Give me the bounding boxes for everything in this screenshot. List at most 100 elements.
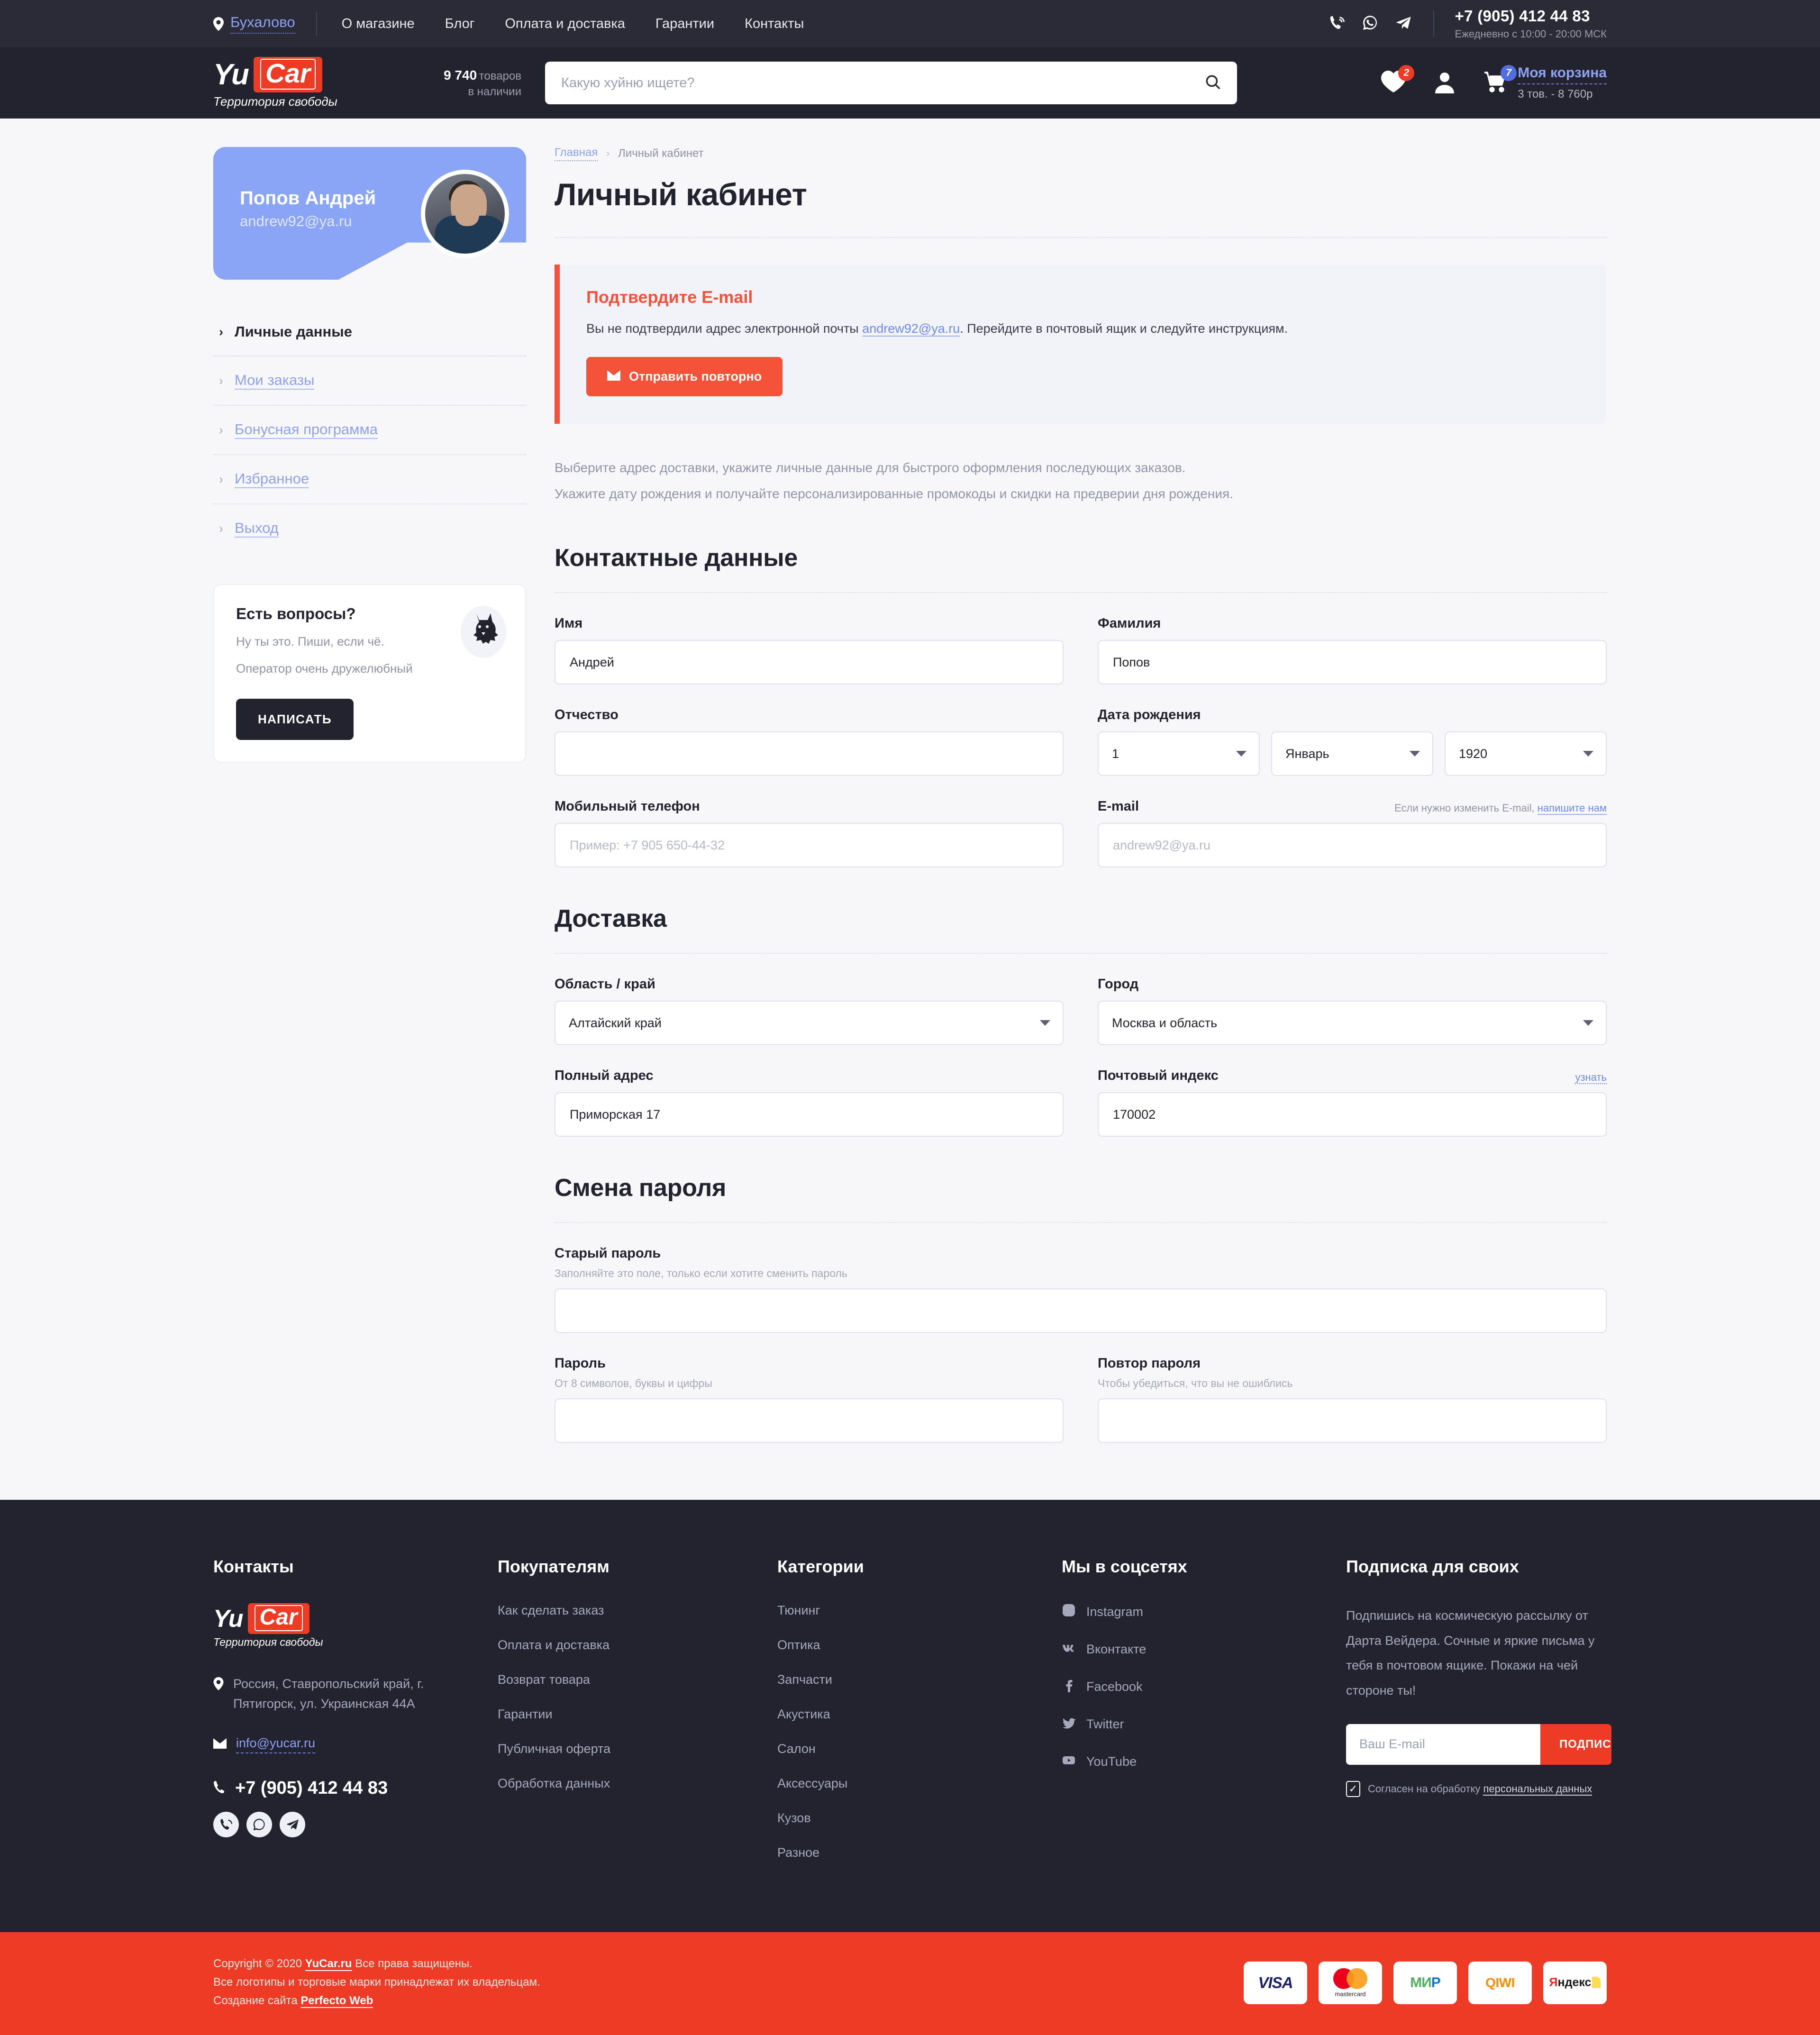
footer-social-vk[interactable]: Вконтакте (1062, 1641, 1346, 1658)
top-bar: Бухалово О магазине Блог Оплата и достав… (0, 0, 1820, 47)
alert-email-link[interactable]: andrew92@ya.ru (862, 321, 960, 337)
old-password-hint: Заполняйте это поле, только если хотите … (555, 1267, 847, 1280)
cart-button[interactable]: 7 Моя корзина 3 тов. - 8 760р (1483, 64, 1607, 101)
footer-buyers-link-0[interactable]: Как сделать заказ (498, 1603, 777, 1618)
write-us-button[interactable]: НАПИСАТЬ (236, 699, 354, 740)
profile-name: Попов Андрей (240, 188, 376, 209)
chevron-right-icon: › (219, 373, 223, 388)
search-icon[interactable] (1205, 74, 1221, 92)
footer-buyers-link-3[interactable]: Гарантии (498, 1707, 777, 1722)
top-nav-item-3[interactable]: Гарантии (640, 16, 729, 32)
breadcrumb-home[interactable]: Главная (555, 146, 598, 161)
footer-buyers-link-5[interactable]: Обработка данных (498, 1776, 777, 1791)
dob-day-select[interactable]: 1 (1098, 731, 1260, 776)
cart-icon[interactable]: 7 (1483, 64, 1517, 96)
footer-social-instagram[interactable]: Instagram (1062, 1603, 1346, 1621)
resend-email-button[interactable]: Отправить повторно (586, 357, 783, 396)
zip-input[interactable] (1098, 1092, 1607, 1137)
footer-category-link-3[interactable]: Акустика (777, 1707, 1062, 1722)
address-input[interactable] (555, 1092, 1064, 1137)
search-box[interactable] (545, 62, 1237, 104)
footer-social-youtube[interactable]: YouTube (1062, 1753, 1346, 1770)
footer-category-link-1[interactable]: Оптика (777, 1638, 1062, 1652)
email-note-link[interactable]: напишите нам (1537, 802, 1607, 815)
phone-label: Мобильный телефон (555, 799, 700, 814)
alert-text: Вы не подтвердили адрес электронной почт… (586, 321, 1580, 337)
geo-selector[interactable]: Бухалово (213, 12, 317, 36)
phone-input[interactable] (555, 823, 1064, 868)
footer-category-link-7[interactable]: Разное (777, 1845, 1062, 1860)
footer-social-label: Вконтакте (1086, 1642, 1147, 1657)
footer-category-link-2[interactable]: Запчасти (777, 1672, 1062, 1687)
developer-link[interactable]: Perfecto Web (300, 1994, 373, 2008)
footer-category-link-4[interactable]: Салон (777, 1742, 1062, 1756)
yandex-logo: Яндекс (1549, 1976, 1601, 1989)
telegram-icon[interactable] (1395, 15, 1411, 33)
chevron-down-icon (1040, 1020, 1050, 1026)
resend-email-label: Отправить повторно (629, 369, 762, 383)
email-confirm-alert: Подтвердите E-mail Вы не подтвердили адр… (555, 265, 1607, 424)
chevron-right-icon: › (219, 324, 223, 339)
city-select[interactable]: Москва и область (1098, 1001, 1607, 1046)
top-nav-item-4[interactable]: Контакты (729, 16, 819, 32)
cart-title[interactable]: Моя корзина (1518, 65, 1607, 84)
region-select[interactable]: Алтайский край (555, 1001, 1064, 1046)
main-content: Главная › Личный кабинет Личный кабинет … (555, 119, 1607, 1443)
sidebar-item-bonus-program[interactable]: › Бонусная программа (213, 406, 526, 455)
account-button[interactable] (1432, 71, 1457, 96)
viber-icon[interactable] (213, 1811, 239, 1837)
top-nav-item-0[interactable]: О магазине (327, 16, 430, 32)
dob-year-select[interactable]: 1920 (1445, 731, 1607, 776)
zip-lookup-link[interactable]: узнать (1575, 1071, 1607, 1085)
sidebar-item-personal-data[interactable]: › Личные данные (213, 308, 526, 356)
footer-email-row: info@yucar.ru (213, 1736, 498, 1753)
dob-month-select[interactable]: Январь (1271, 731, 1433, 776)
footer-category-link-5[interactable]: Аксессуары (777, 1776, 1062, 1791)
last-name-input[interactable] (1098, 640, 1607, 685)
zip-label: Почтовый индекс (1098, 1068, 1219, 1084)
search-input[interactable] (561, 75, 1205, 91)
footer-address-text: Россия, Ставропольский край, г. Пятигорс… (233, 1677, 424, 1711)
old-password-input[interactable] (555, 1288, 1607, 1333)
repeat-password-input[interactable] (1098, 1398, 1607, 1443)
telegram-icon[interactable] (280, 1811, 305, 1837)
footer-category-link-6[interactable]: Кузов (777, 1811, 1062, 1825)
top-phone-number[interactable]: +7 (905) 412 44 83 (1455, 7, 1607, 25)
viber-icon[interactable] (1329, 15, 1345, 33)
footer-phone-number[interactable]: +7 (905) 412 44 83 (235, 1778, 388, 1798)
footer-buyers-link-1[interactable]: Оплата и доставка (498, 1638, 777, 1652)
top-nav-item-1[interactable]: Блог (430, 16, 490, 32)
email-input[interactable] (1098, 823, 1607, 868)
top-nav: О магазине Блог Оплата и доставка Гарант… (327, 16, 819, 32)
agreement-link[interactable]: персональных данных (1483, 1782, 1592, 1796)
sidebar-item-favorites[interactable]: › Избранное (213, 455, 526, 504)
logo[interactable]: Yu Car Территория свободы (213, 57, 370, 109)
copyright-line-1-a: Copyright © 2020 (213, 1957, 305, 1971)
footer-buyers-link-4[interactable]: Публичная оферта (498, 1742, 777, 1756)
copyright-site-link[interactable]: YuCar.ru (305, 1957, 352, 1971)
footer-social-facebook[interactable]: Facebook (1062, 1678, 1346, 1696)
messenger-icons (1329, 10, 1434, 37)
footer-email-link[interactable]: info@yucar.ru (236, 1736, 315, 1753)
top-nav-item-2[interactable]: Оплата и доставка (490, 16, 640, 32)
agreement-checkbox[interactable]: ✓ (1346, 1780, 1360, 1797)
footer-social-twitter[interactable]: Twitter (1062, 1716, 1346, 1733)
footer-category-link-0[interactable]: Тюнинг (777, 1603, 1062, 1618)
first-name-input[interactable] (555, 640, 1064, 685)
alert-title: Подтвердите E-mail (586, 287, 753, 307)
payment-yandex: Яндекс (1543, 1961, 1607, 2004)
whatsapp-icon[interactable] (1362, 15, 1378, 33)
goods-counter: 9 740 товаров в наличии (431, 66, 521, 100)
patronymic-input[interactable] (555, 731, 1064, 776)
subscribe-button[interactable]: ПОДПИСАТЬСЯ (1540, 1724, 1611, 1765)
footer-logo[interactable]: Yu Car Территория свободы (213, 1603, 498, 1649)
favorites-button[interactable]: 2 (1381, 64, 1415, 96)
subscribe-email-input[interactable] (1346, 1724, 1540, 1765)
sidebar-item-logout[interactable]: › Выход (213, 504, 526, 553)
whatsapp-icon[interactable] (246, 1811, 272, 1837)
sidebar-item-orders[interactable]: › Мои заказы (213, 356, 526, 406)
account-menu: › Личные данные › Мои заказы › Бонусная … (213, 308, 526, 553)
footer-buyers-link-2[interactable]: Возврат товара (498, 1672, 777, 1687)
new-password-input[interactable] (555, 1398, 1064, 1443)
geo-label[interactable]: Бухалово (230, 14, 295, 34)
